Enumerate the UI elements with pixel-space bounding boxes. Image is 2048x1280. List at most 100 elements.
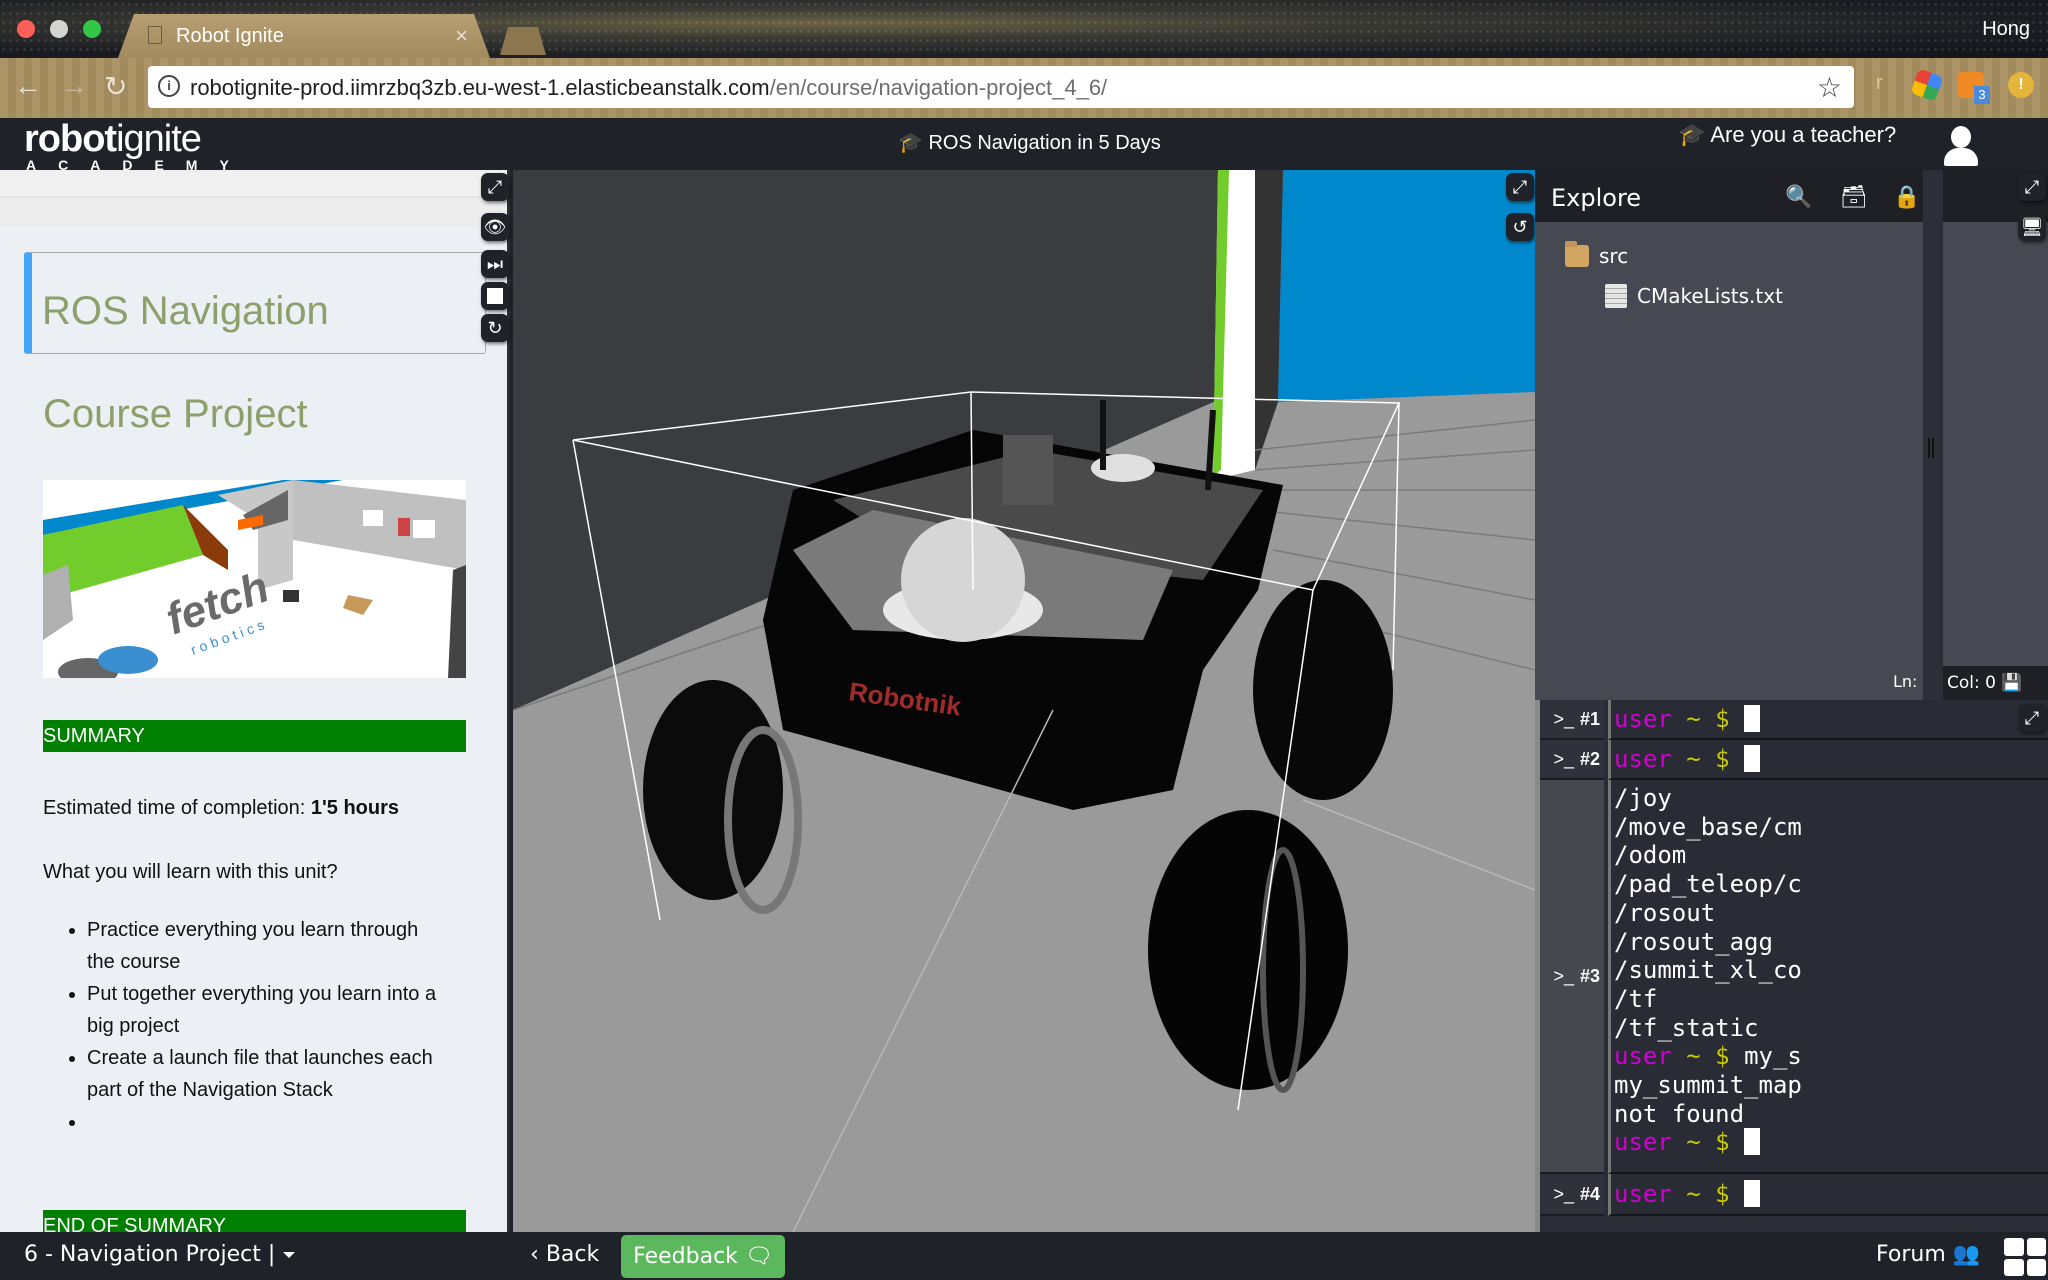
teacher-link[interactable]: 🎓 Are you a teacher? [1678,122,1896,148]
panel-splitter[interactable] [1923,170,1943,700]
terminal-line: /summit_xl_co [1614,956,2048,985]
shell-tab-2[interactable]: >_ #2 [1540,740,1604,780]
terminal-line: /rosout [1614,899,2048,928]
chevron-left-icon: ‹ [530,1242,539,1267]
hubspot-extension-icon[interactable]: 3 [1958,72,1990,104]
stop-icon[interactable] [481,282,509,310]
url-text[interactable]: robotignite-prod.iimrzbq3zb.eu-west-1.el… [190,75,1107,101]
prompt-tilde: ~ [1686,1180,1701,1208]
terminal-line: not found [1614,1100,2048,1129]
new-tab-button[interactable] [500,27,546,55]
editor-statusbar: Col: 0 💾Save [1943,666,2048,727]
tree-file-cmakelists[interactable]: CMakeLists.txt [1605,284,1783,308]
wheel [1148,810,1348,1090]
terminal-cursor [1744,705,1761,732]
layout-grid-icon[interactable] [2004,1238,2046,1276]
user-avatar-icon[interactable] [1942,126,1980,168]
shell-tab-3[interactable]: >_ #3 [1540,780,1604,1174]
info-icon[interactable]: i [158,75,180,97]
notebook-title: ROS Navigation [42,289,329,333]
lidar-dome [901,518,1025,642]
terminal-icon: >_ [1553,965,1574,986]
fullscreen-icon[interactable]: ⤢ [481,173,509,201]
monitor-icon[interactable]: 🖥 [2018,213,2046,241]
prompt-tilde: ~ [1686,745,1701,773]
graduation-cap-icon: 🎓 [898,132,923,154]
shell-tab-4[interactable]: >_ #4 [1540,1174,1604,1216]
prompt-tilde: ~ [1686,705,1701,733]
robotignite-logo[interactable]: robotignite ACADEMY [24,120,251,172]
shell-3[interactable]: /joy/move_base/cm/odom/pad_teleop/c/roso… [1608,780,2048,1174]
ide-panel: Explore 🔍 🗃 🔒 src CMakeLists.txt Ln: Col… [1535,170,2048,727]
address-bar[interactable]: i robotignite-prod.iimrzbq3zb.eu-west-1.… [148,66,1854,108]
terminal-output: /rosout [1614,898,1716,927]
minimize-window-button[interactable] [50,20,68,38]
terminal-command: my_s [1744,1042,1802,1071]
tab-close-icon[interactable]: × [455,23,468,49]
comments-icon: 🗨 [744,1244,773,1269]
shell-1[interactable]: user ~ $ [1608,700,2048,740]
browser-tab[interactable]: Robot Ignite × [118,14,490,58]
graduation-cap-icon: 🎓 [1678,122,1706,147]
prompt-user: user [1614,745,1672,773]
lock-icon[interactable]: 🔒 [1893,184,1920,210]
alert-extension-icon[interactable]: ! [2008,72,2034,98]
tree-item-label: CMakeLists.txt [1637,284,1783,308]
code-editor[interactable] [1943,222,2048,686]
simulation-viewport[interactable]: Robotnik [513,170,1535,1232]
unit-dropdown[interactable]: 6 - Navigation Project | [24,1242,296,1267]
prompt-user: user [1614,1042,1672,1071]
terminal-icon: >_ [1553,708,1574,729]
search-icon[interactable]: 🔍 [1785,184,1812,210]
ide-fullscreen-icon[interactable]: ⤢ [2018,173,2046,201]
forward-arrow-icon[interactable]: → [60,70,88,102]
wall-blue [1278,170,1535,402]
shell-4[interactable]: user ~ $ [1608,1174,2048,1216]
reload-icon[interactable]: ↻ [104,70,127,103]
r-extension-icon[interactable]: r [1876,72,1902,98]
wheel [1253,580,1393,800]
viewport-reset-icon[interactable]: ↺ [1506,213,1534,241]
terminal-icon: >_ [1553,748,1574,769]
maximize-window-button[interactable] [83,20,101,38]
shell-2[interactable]: user ~ $ [1608,740,2048,780]
tree-folder-src[interactable]: src [1565,241,1628,268]
section-heading: Course Project [43,392,308,436]
unit-label: 6 - Navigation Project | [24,1242,276,1267]
terminal-line: user ~ $ [1614,1128,2048,1157]
feedback-button[interactable]: Feedback 🗨 [621,1235,785,1278]
estimated-time: Estimated time of completion: 1'5 hours [43,797,399,820]
terminal-cursor [1744,745,1761,772]
back-button[interactable]: ‹ Back [530,1242,599,1267]
close-window-button[interactable] [17,20,35,38]
prompt-tilde: ~ [1686,1042,1701,1071]
shell-tab-1[interactable]: >_ #1 [1540,700,1604,740]
end-summary-banner: END OF SUMMARY [43,1210,466,1232]
forum-link[interactable]: Forum 👥 [1876,1242,1980,1267]
terminal-line: my_summit_map [1614,1071,2048,1100]
teacher-link-text: Are you a teacher? [1710,122,1897,147]
file-icon [1605,284,1627,308]
terminal-output: /summit_xl_co [1614,956,1802,985]
restart-icon[interactable]: ↻ [481,314,509,342]
back-arrow-icon[interactable]: ← [14,70,42,102]
prompt-dollar: $ [1715,1128,1730,1157]
archive-icon[interactable]: 🗃 [1840,184,1868,210]
course-title[interactable]: 🎓 ROS Navigation in 5 Days [898,130,1161,155]
learn-item: Practice everything you learn through th… [87,914,443,978]
terminal-line: /tf_static [1614,1014,2048,1043]
logo-light: ignite [116,118,202,160]
viewport-fullscreen-icon[interactable]: ⤢ [1506,173,1534,201]
hide-eye-icon[interactable]: 👁 [481,213,509,241]
bookmark-star-icon[interactable]: ☆ [1817,71,1842,104]
terminal-output: /odom [1614,841,1687,870]
url-path: /en/course/navigation-project_4_6/ [769,75,1108,100]
estimated-time-value: 1'5 hours [310,797,400,819]
extension-badge: 3 [1974,86,1990,104]
page-icon [148,26,162,44]
profile-name[interactable]: Hong [1982,18,2030,41]
terminal-fullscreen-icon[interactable]: ⤢ [2018,704,2046,732]
step-forward-icon[interactable]: ⏭ [481,250,509,278]
back-label: Back [545,1242,600,1267]
terminal-output: /move_base/cm [1614,812,1802,841]
